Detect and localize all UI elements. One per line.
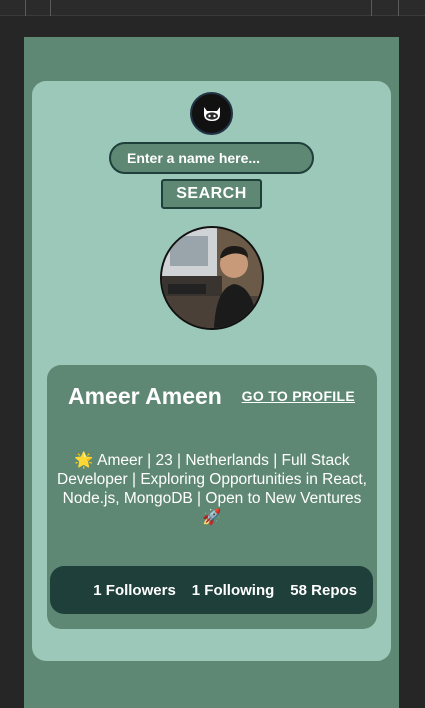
followers-count: 1 Followers: [93, 581, 176, 599]
search-button[interactable]: SEARCH: [161, 179, 262, 209]
devtools-topbar: [0, 0, 425, 16]
profile-name: Ameer Ameen: [68, 383, 222, 409]
topbar-divider: [371, 0, 372, 16]
go-to-profile-link[interactable]: GO TO PROFILE: [242, 388, 355, 404]
profile-info-card: Ameer Ameen GO TO PROFILE 🌟 Ameer | 23 |…: [47, 365, 377, 629]
search-card: SEARCH Ameer Ameen GO TO PROFILE 🌟 Ameer…: [32, 81, 391, 661]
topbar-divider: [50, 0, 51, 16]
topbar-divider: [398, 0, 399, 16]
profile-bio: 🌟 Ameer | 23 | Netherlands | Full Stack …: [57, 452, 367, 526]
profile-stats-bar: 1 Followers 1 Following 58 Repos: [50, 566, 373, 614]
search-input[interactable]: [109, 142, 314, 174]
topbar-divider: [25, 0, 26, 16]
following-count: 1 Following: [191, 581, 275, 599]
repos-count: 58 Repos: [290, 581, 357, 599]
user-avatar: [160, 226, 264, 330]
app-viewport: SEARCH Ameer Ameen GO TO PROFILE 🌟 Ameer…: [24, 37, 399, 708]
github-octocat-icon: [190, 92, 233, 135]
